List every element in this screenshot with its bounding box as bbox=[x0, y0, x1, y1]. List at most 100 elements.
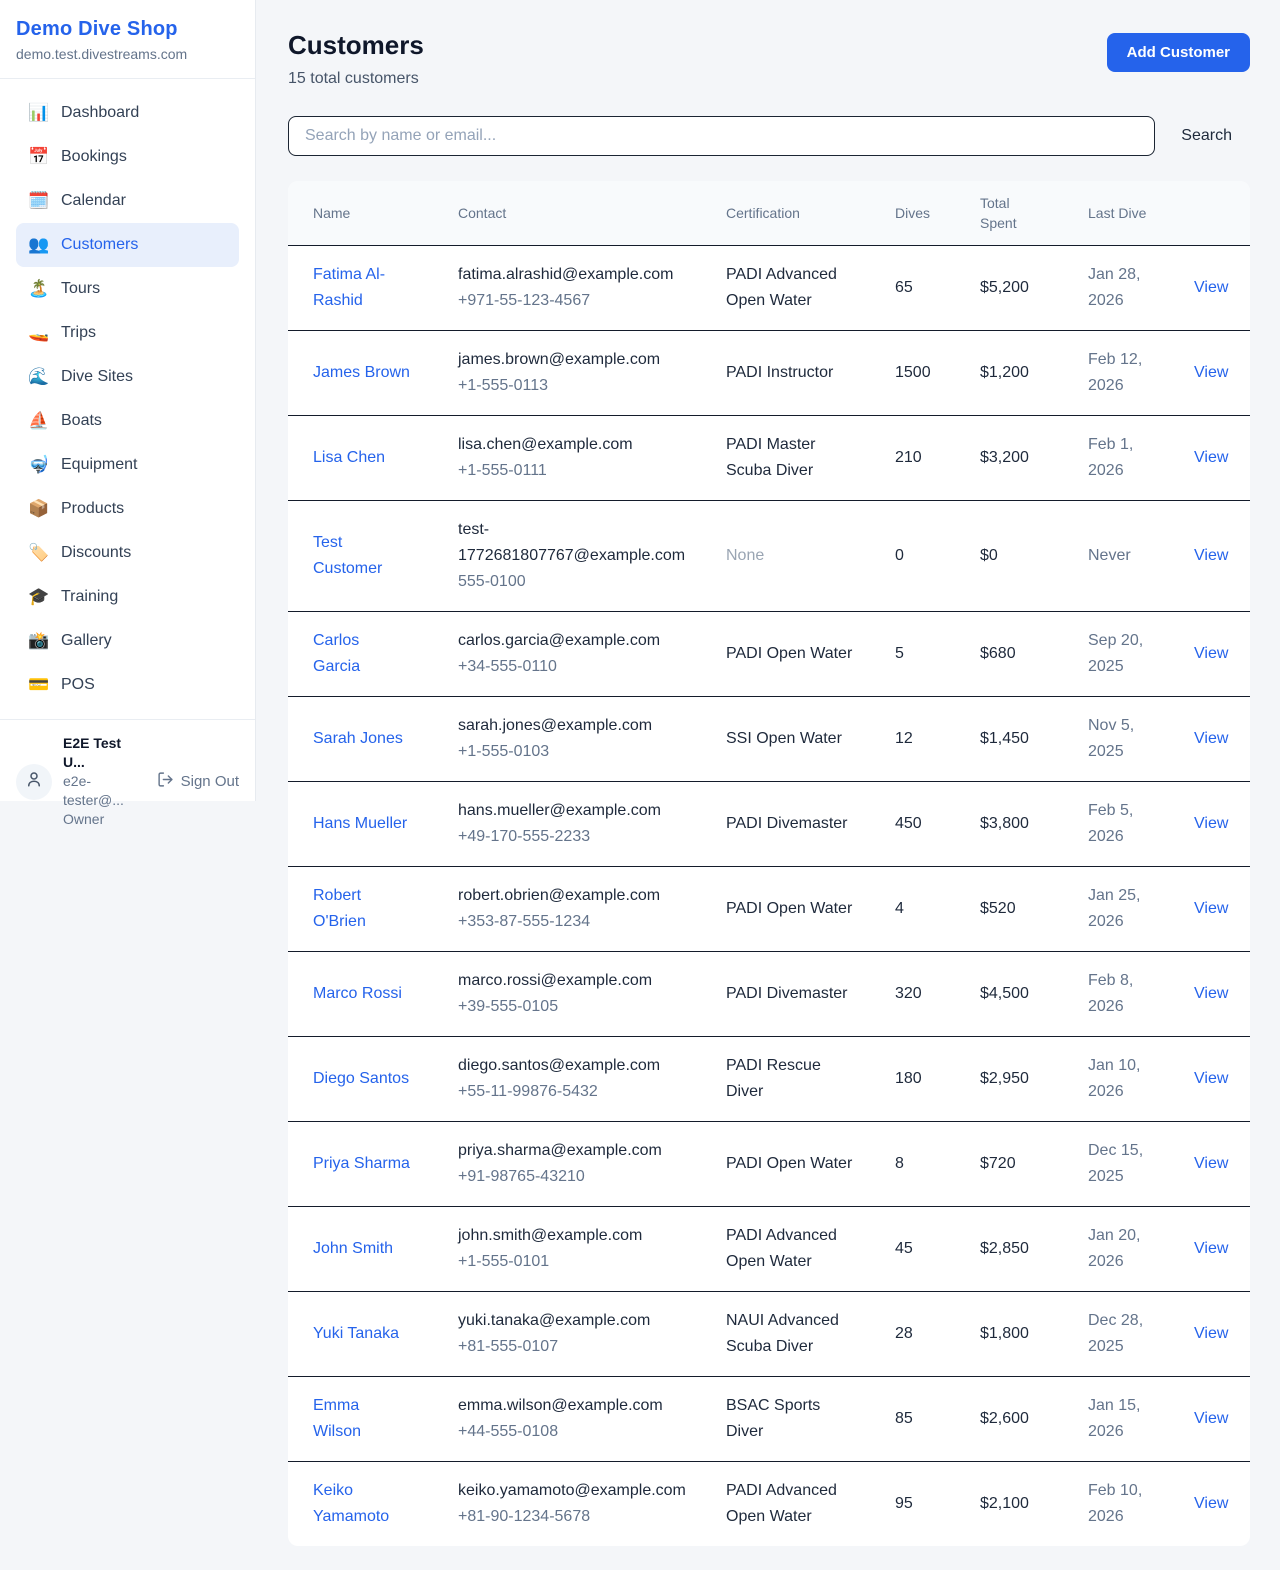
customer-name-link[interactable]: Carlos Garcia bbox=[313, 628, 410, 680]
view-customer-link[interactable]: View bbox=[1194, 815, 1228, 832]
view-customer-link[interactable]: View bbox=[1194, 279, 1228, 296]
customer-last-dive: Jan 20, 2026 bbox=[1088, 1223, 1162, 1275]
sidebar-item-label: Dashboard bbox=[61, 101, 139, 125]
sidebar-item-products[interactable]: 📦 Products bbox=[16, 487, 239, 531]
column-header-contact: Contact bbox=[458, 181, 726, 246]
view-customer-link[interactable]: View bbox=[1194, 1495, 1228, 1512]
sidebar-item-customers[interactable]: 👥 Customers bbox=[16, 223, 239, 267]
customer-certification: PADI Master Scuba Diver bbox=[726, 432, 858, 484]
sidebar-footer: E2E Test U... e2e-tester@... Owner Sign … bbox=[0, 719, 255, 843]
view-customer-link[interactable]: View bbox=[1194, 449, 1228, 466]
search-row: Search bbox=[288, 116, 1250, 156]
customer-certification: BSAC Sports Diver bbox=[726, 1393, 858, 1445]
customer-name-link[interactable]: Yuki Tanaka bbox=[313, 1321, 399, 1347]
sidebar-item-calendar[interactable]: 🗓️ Calendar bbox=[16, 179, 239, 223]
customer-name-link[interactable]: Robert O'Brien bbox=[313, 883, 410, 935]
user-icon bbox=[25, 770, 43, 793]
sidebar-item-gallery[interactable]: 📸 Gallery bbox=[16, 619, 239, 663]
page-header: Customers 15 total customers Add Custome… bbox=[288, 30, 1250, 88]
sign-out-label: Sign Out bbox=[181, 773, 239, 790]
customer-name-link[interactable]: Marco Rossi bbox=[313, 981, 402, 1007]
sidebar-item-boats[interactable]: ⛵ Boats bbox=[16, 399, 239, 443]
pos-icon: 💳 bbox=[28, 675, 48, 695]
sidebar-item-dive-sites[interactable]: 🌊 Dive Sites bbox=[16, 355, 239, 399]
view-customer-link[interactable]: View bbox=[1194, 730, 1228, 747]
view-customer-link[interactable]: View bbox=[1194, 900, 1228, 917]
sidebar-item-trips[interactable]: 🚤 Trips bbox=[16, 311, 239, 355]
table-row: Test Customer test-1772681807767@example… bbox=[288, 501, 1250, 612]
customer-name-link[interactable]: Sarah Jones bbox=[313, 726, 403, 752]
customer-last-dive: Sep 20, 2025 bbox=[1088, 628, 1162, 680]
equipment-icon: 🤿 bbox=[28, 455, 48, 475]
customer-name-link[interactable]: Diego Santos bbox=[313, 1066, 409, 1092]
customer-last-dive: Feb 1, 2026 bbox=[1088, 432, 1162, 484]
products-icon: 📦 bbox=[28, 499, 48, 519]
customer-last-dive: Feb 10, 2026 bbox=[1088, 1478, 1162, 1530]
sidebar-item-label: Boats bbox=[61, 409, 102, 433]
view-customer-link[interactable]: View bbox=[1194, 1070, 1228, 1087]
customer-certification: PADI Advanced Open Water bbox=[726, 1478, 858, 1530]
customer-total-spent: $680 bbox=[980, 645, 1016, 662]
table-row: Yuki Tanaka yuki.tanaka@example.com +81-… bbox=[288, 1292, 1250, 1377]
search-button[interactable]: Search bbox=[1181, 127, 1232, 145]
view-customer-link[interactable]: View bbox=[1194, 547, 1228, 564]
customer-certification: PADI Advanced Open Water bbox=[726, 1223, 858, 1275]
sidebar-item-label: Gallery bbox=[61, 629, 112, 653]
sidebar-item-training[interactable]: 🎓 Training bbox=[16, 575, 239, 619]
customer-phone: +49-170-555-2233 bbox=[458, 824, 698, 850]
shop-subdomain: demo.test.divestreams.com bbox=[16, 46, 239, 62]
table-row: Hans Mueller hans.mueller@example.com +4… bbox=[288, 782, 1250, 867]
customer-dives: 45 bbox=[895, 1240, 913, 1257]
view-customer-link[interactable]: View bbox=[1194, 1325, 1228, 1342]
user-name: E2E Test U... bbox=[63, 734, 146, 772]
customer-last-dive: Jan 25, 2026 bbox=[1088, 883, 1162, 935]
customer-name-link[interactable]: Fatima Al-Rashid bbox=[313, 262, 410, 314]
customer-name-link[interactable]: Keiko Yamamoto bbox=[313, 1478, 410, 1530]
table-row: John Smith john.smith@example.com +1-555… bbox=[288, 1207, 1250, 1292]
customer-name-link[interactable]: Hans Mueller bbox=[313, 811, 407, 837]
customer-total-spent: $1,800 bbox=[980, 1325, 1029, 1342]
sidebar-item-dashboard[interactable]: 📊 Dashboard bbox=[16, 91, 239, 135]
sidebar-item-label: Dive Sites bbox=[61, 365, 133, 389]
view-customer-link[interactable]: View bbox=[1194, 1155, 1228, 1172]
customer-email: james.brown@example.com bbox=[458, 347, 698, 373]
page-title: Customers bbox=[288, 30, 424, 61]
customer-name-link[interactable]: James Brown bbox=[313, 360, 410, 386]
search-input[interactable] bbox=[288, 116, 1155, 156]
sidebar-item-pos[interactable]: 💳 POS bbox=[16, 663, 239, 707]
sidebar-item-label: Calendar bbox=[61, 189, 126, 213]
bookings-icon: 📅 bbox=[28, 147, 48, 167]
customer-certification: PADI Open Water bbox=[726, 641, 852, 667]
sidebar-item-label: Bookings bbox=[61, 145, 127, 169]
customer-dives: 28 bbox=[895, 1325, 913, 1342]
sidebar-item-label: Training bbox=[61, 585, 118, 609]
view-customer-link[interactable]: View bbox=[1194, 1240, 1228, 1257]
customer-dives: 210 bbox=[895, 449, 922, 466]
table-row: Emma Wilson emma.wilson@example.com +44-… bbox=[288, 1377, 1250, 1462]
sidebar-item-bookings[interactable]: 📅 Bookings bbox=[16, 135, 239, 179]
sign-out-button[interactable]: Sign Out bbox=[157, 771, 239, 792]
customer-name-link[interactable]: Priya Sharma bbox=[313, 1151, 410, 1177]
customer-email: robert.obrien@example.com bbox=[458, 883, 698, 909]
view-customer-link[interactable]: View bbox=[1194, 364, 1228, 381]
customer-phone: +44-555-0108 bbox=[458, 1419, 698, 1445]
view-customer-link[interactable]: View bbox=[1194, 1410, 1228, 1427]
view-customer-link[interactable]: View bbox=[1194, 985, 1228, 1002]
add-customer-button[interactable]: Add Customer bbox=[1107, 33, 1250, 72]
sidebar-item-equipment[interactable]: 🤿 Equipment bbox=[16, 443, 239, 487]
customer-name-link[interactable]: Lisa Chen bbox=[313, 445, 385, 471]
trips-icon: 🚤 bbox=[28, 323, 48, 343]
customer-certification: PADI Divemaster bbox=[726, 811, 848, 837]
customer-email: lisa.chen@example.com bbox=[458, 432, 698, 458]
customer-name-link[interactable]: John Smith bbox=[313, 1236, 393, 1262]
customer-last-dive: Nov 5, 2025 bbox=[1088, 713, 1162, 765]
customer-name-link[interactable]: Test Customer bbox=[313, 530, 410, 582]
view-customer-link[interactable]: View bbox=[1194, 645, 1228, 662]
sidebar-nav: 📊 Dashboard 📅 Bookings 🗓️ Calendar 👥 Cus… bbox=[0, 79, 255, 719]
table-row: Diego Santos diego.santos@example.com +5… bbox=[288, 1037, 1250, 1122]
sidebar-item-tours[interactable]: 🏝️ Tours bbox=[16, 267, 239, 311]
sidebar-item-label: Equipment bbox=[61, 453, 138, 477]
sidebar-item-label: Discounts bbox=[61, 541, 131, 565]
customer-name-link[interactable]: Emma Wilson bbox=[313, 1393, 410, 1445]
sidebar-item-discounts[interactable]: 🏷️ Discounts bbox=[16, 531, 239, 575]
